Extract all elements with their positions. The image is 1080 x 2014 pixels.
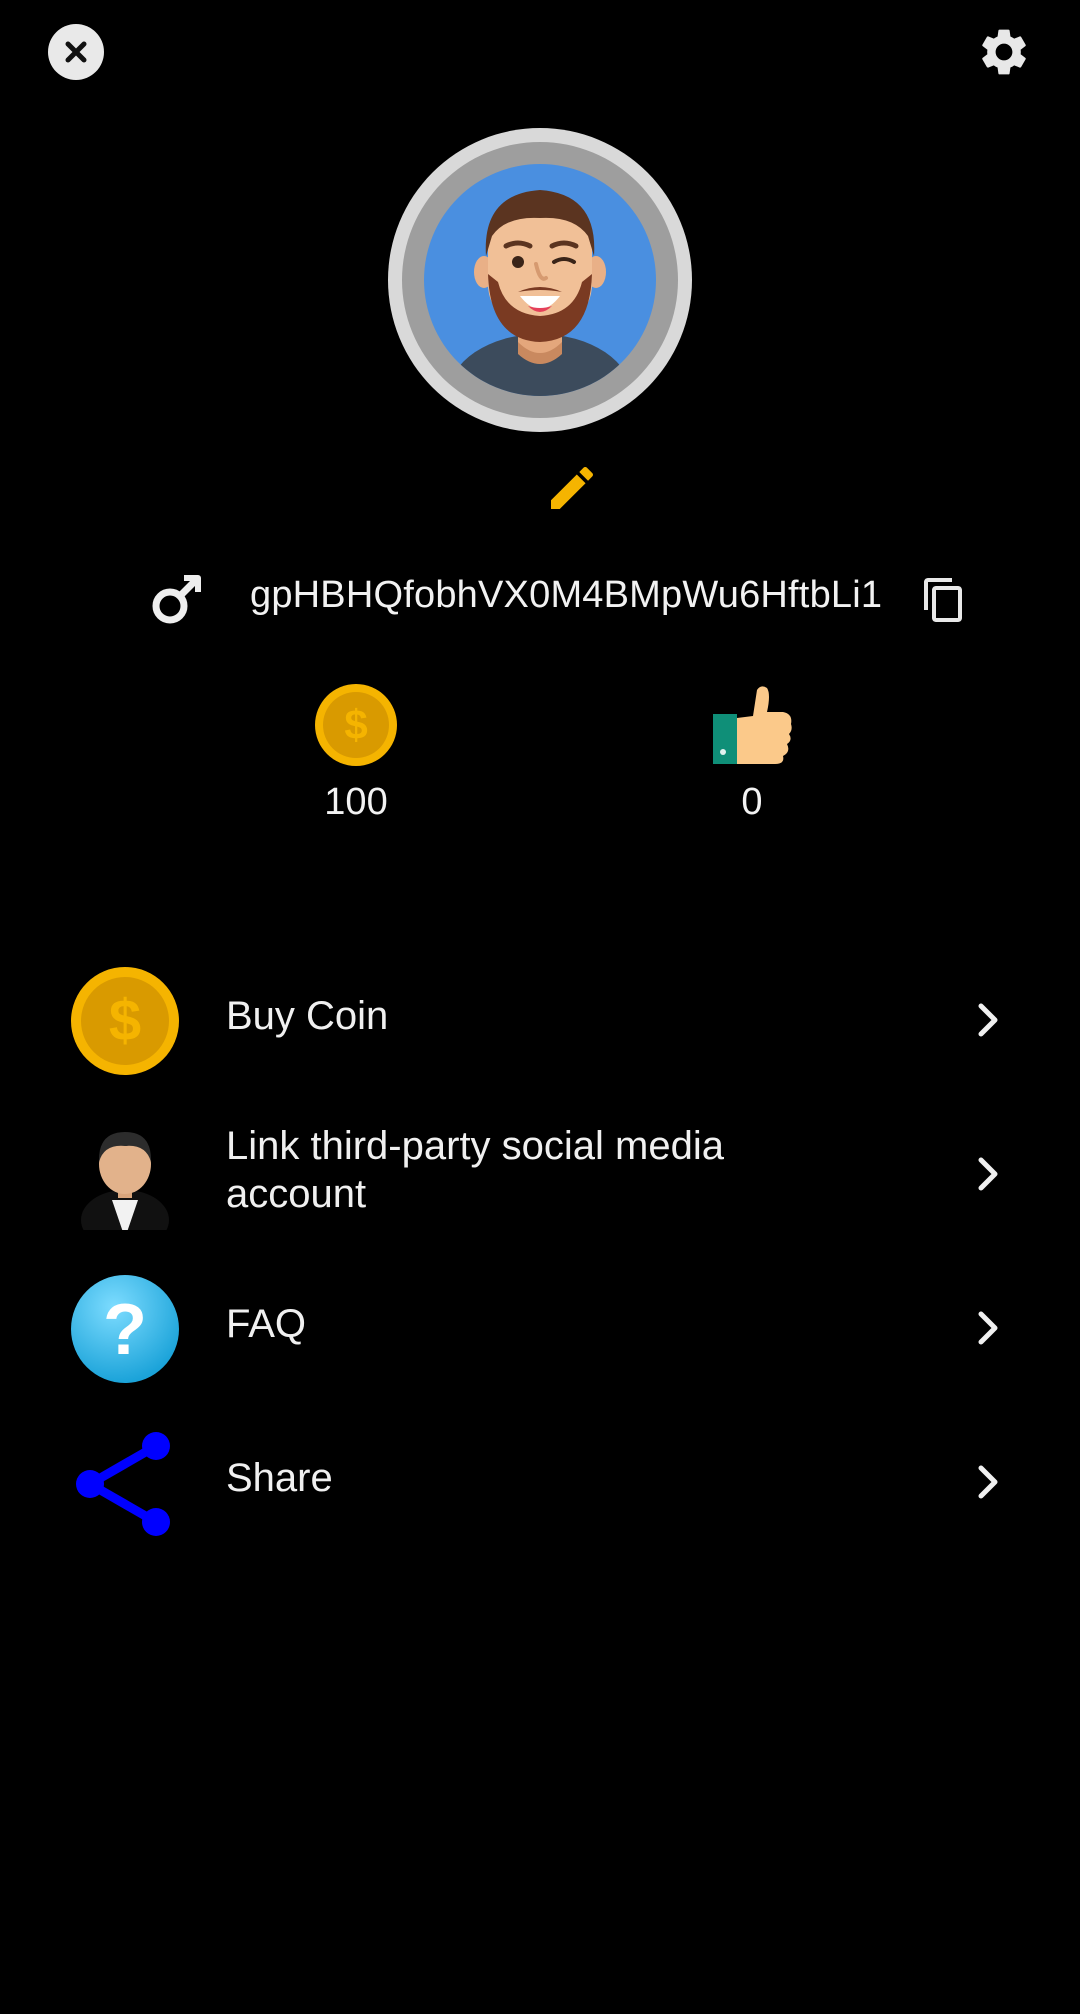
- close-button[interactable]: [48, 24, 104, 80]
- menu-label-link-social: Link third-party social media account: [226, 1124, 724, 1216]
- menu-label-faq: FAQ: [226, 1302, 307, 1346]
- likes-count-block: 0: [692, 682, 812, 824]
- menu-item-faq[interactable]: ? FAQ: [0, 1254, 1080, 1394]
- menu-label-share: Share: [226, 1456, 333, 1500]
- likes-count: 0: [741, 781, 763, 823]
- svg-text:$: $: [109, 988, 141, 1053]
- menu-item-buy-coin[interactable]: $ Buy Coin: [0, 946, 1080, 1086]
- menu-label-buy-coin: Buy Coin: [226, 994, 389, 1038]
- svg-text:$: $: [344, 701, 367, 748]
- chevron-right-icon: [968, 1298, 1008, 1358]
- thumbs-up-icon: [713, 686, 792, 764]
- chevron-right-icon: [968, 1452, 1008, 1512]
- coin-icon: $: [315, 684, 397, 766]
- chevron-right-icon: [968, 990, 1008, 1050]
- gear-icon: [982, 29, 1026, 75]
- male-gender-icon: [152, 575, 201, 624]
- avatar[interactable]: [388, 128, 692, 432]
- pencil-icon: [551, 466, 594, 509]
- copy-id-button[interactable]: [916, 572, 972, 628]
- coin-icon: $: [70, 966, 180, 1076]
- close-icon: [65, 41, 87, 63]
- user-id-text: gpHBHQfobhVX0M4BMpWu6HftbLi1: [250, 574, 883, 616]
- menu-item-share[interactable]: Share: [0, 1408, 1080, 1548]
- coin-balance: $ 100: [296, 682, 416, 824]
- settings-button[interactable]: [974, 22, 1034, 82]
- avatar-face-image: [448, 190, 632, 396]
- chevron-right-icon: [968, 1144, 1008, 1204]
- coin-count: 100: [324, 781, 388, 823]
- menu-item-link-social[interactable]: Link third-party social media account: [0, 1100, 1080, 1240]
- share-icon: [70, 1428, 180, 1538]
- copy-icon: [924, 578, 962, 622]
- edit-profile-button[interactable]: [544, 460, 600, 516]
- person-icon: [70, 1120, 180, 1230]
- svg-text:?: ?: [103, 1290, 147, 1370]
- question-icon: ?: [70, 1274, 180, 1384]
